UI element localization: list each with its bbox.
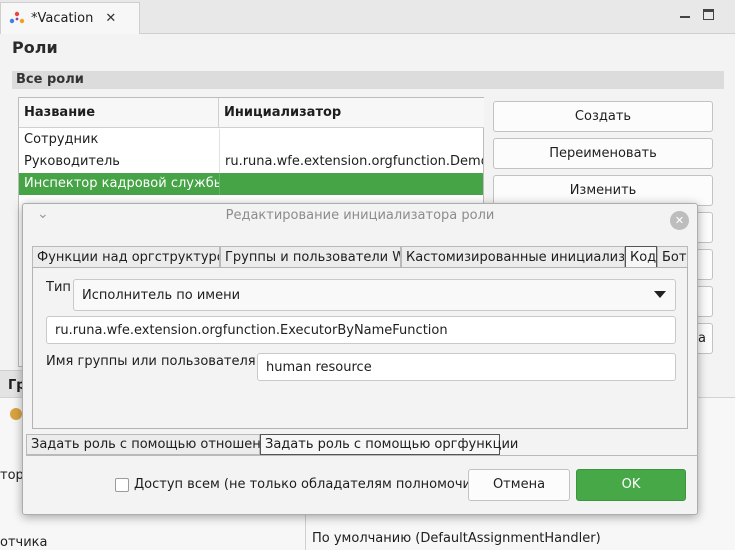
- editor-tab-title: *Vacation: [31, 11, 94, 26]
- initializer-dialog: ⌄ Редактирование инициализатора роли ✕ Ф…: [22, 203, 698, 515]
- lower-tab-panel-border: [26, 455, 698, 457]
- column-header-initializer[interactable]: Инициализатор: [219, 98, 484, 128]
- close-icon[interactable]: ✕: [670, 211, 689, 230]
- role-initializer-cell: [219, 129, 483, 151]
- side-button-fragment: а: [698, 331, 706, 346]
- close-icon[interactable]: ✕: [105, 11, 116, 26]
- tab-org-functions[interactable]: Функции над оргструктурой: [32, 246, 220, 268]
- bg-property-fragment-2: отчика: [0, 535, 48, 550]
- page-title: Роли: [12, 38, 58, 57]
- role-name-cell: Руководитель: [24, 154, 120, 169]
- dropdown-arrow-icon[interactable]: [654, 291, 666, 298]
- access-all-label[interactable]: Доступ всем (не только обладателям полно…: [134, 477, 485, 492]
- function-class-field[interactable]: ru.runa.wfe.extension.orgfunction.Execut…: [46, 316, 676, 344]
- role-initializer-cell: ru.runa.wfe.extension.orgfunction.DemoCh…: [219, 151, 483, 173]
- create-button[interactable]: Создать: [493, 101, 713, 132]
- role-name-cell: Инспектор кадровой службы: [24, 176, 219, 191]
- role-name-cell: Сотрудник: [24, 132, 99, 147]
- warning-icon: [10, 408, 22, 420]
- column-header-name[interactable]: Название: [19, 98, 219, 128]
- table-row-selected[interactable]: Инспектор кадровой службы: [19, 173, 483, 195]
- tab-bot[interactable]: Бот: [657, 246, 688, 268]
- bg-property-fragment-1: тор: [0, 468, 24, 483]
- access-all-checkbox[interactable]: [115, 478, 129, 492]
- tab-code[interactable]: Код: [625, 246, 657, 268]
- editor-tab-vacation[interactable]: *Vacation ✕: [0, 2, 140, 34]
- cancel-button[interactable]: Отмена: [468, 469, 570, 501]
- ok-button[interactable]: OK: [576, 469, 686, 501]
- dialog-title: Редактирование инициализатора роли: [225, 208, 495, 223]
- group-user-input[interactable]: human resource: [257, 353, 676, 381]
- type-label: Тип: [46, 280, 71, 295]
- section-title: Все роли: [16, 72, 84, 87]
- upper-tab-bar: Функции над оргструктурой Группы и польз…: [32, 246, 688, 268]
- default-handler-value: По умолчанию (DefaultAssignmentHandler): [312, 531, 601, 546]
- tab-custom-initializers[interactable]: Кастомизированные инициализ...: [401, 246, 625, 268]
- rename-button[interactable]: Переименовать: [493, 138, 713, 169]
- minimize-icon[interactable]: [678, 7, 692, 21]
- tab-set-role-by-orgfunction[interactable]: Задать роль с помощью оргфункции: [260, 434, 518, 455]
- maximize-icon[interactable]: [703, 9, 714, 20]
- group-user-label: Имя группы или пользователя *:: [46, 354, 271, 369]
- edit-button[interactable]: Изменить: [493, 175, 713, 206]
- tab-set-role-by-relation[interactable]: Задать роль с помощью отношения: [26, 434, 277, 455]
- table-row[interactable]: Сотрудник: [19, 129, 483, 151]
- section-header-bar: [12, 71, 724, 89]
- process-icon: [9, 11, 25, 23]
- type-select[interactable]: Исполнитель по имени: [73, 279, 676, 311]
- lower-tab-bar: Задать роль с помощью отношения Задать р…: [26, 434, 698, 456]
- role-initializer-cell: [219, 173, 483, 195]
- type-select-value: Исполнитель по имени: [82, 288, 241, 303]
- table-row[interactable]: Руководитель ru.runa.wfe.extension.orgfu…: [19, 151, 483, 173]
- tab-groups-users[interactable]: Группы и пользователи WF: [220, 246, 401, 268]
